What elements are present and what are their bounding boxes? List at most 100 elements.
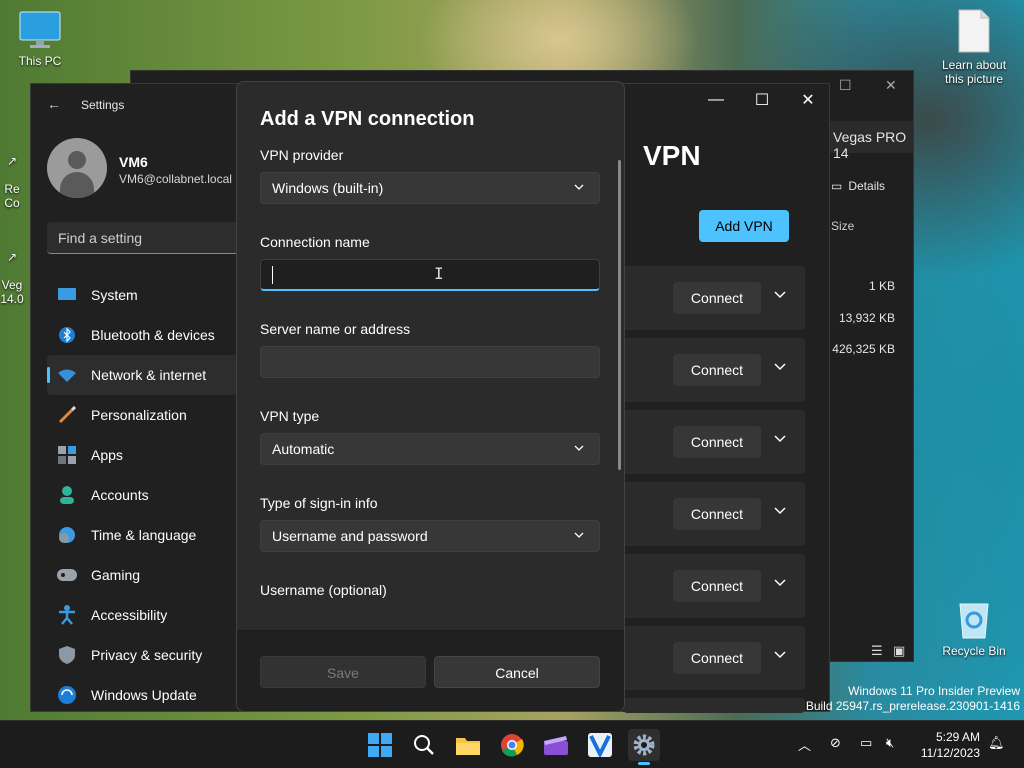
- bluetooth-icon: [57, 325, 77, 345]
- connect-button[interactable]: Connect: [673, 498, 761, 530]
- vpn-connection-row[interactable]: [623, 698, 805, 713]
- explorer-tab[interactable]: Vegas PRO 14: [829, 121, 913, 161]
- sidebar-item-accessibility[interactable]: Accessibility: [47, 595, 237, 635]
- connect-button[interactable]: Connect: [673, 354, 761, 386]
- sidebar-item-personalization[interactable]: Personalization: [47, 395, 237, 435]
- accounts-icon: [57, 485, 77, 505]
- search-button[interactable]: [408, 729, 440, 761]
- connect-button[interactable]: Connect: [673, 570, 761, 602]
- close-icon: ✕: [801, 92, 815, 109]
- connect-button[interactable]: Connect: [673, 282, 761, 314]
- system-icon: [57, 285, 77, 305]
- add-vpn-dialog: Add a VPN connection VPN provider Window…: [236, 81, 625, 712]
- sidebar-item-privacy[interactable]: Privacy & security: [47, 635, 237, 675]
- connection-name-input[interactable]: I: [260, 259, 600, 291]
- volume-muted-icon[interactable]: 🔇︎: [886, 735, 894, 751]
- search-input[interactable]: Find a setting: [47, 222, 247, 254]
- gear-icon: [633, 734, 655, 756]
- page-title: VPN: [643, 140, 701, 171]
- sidebar-item-time-language[interactable]: Time & language: [47, 515, 237, 555]
- avatar[interactable]: [47, 138, 107, 198]
- desktop-label-this-pc: This PC: [18, 54, 62, 68]
- sidebar-item-accounts[interactable]: Accounts: [47, 475, 237, 515]
- sidebar-item-label: Apps: [91, 447, 123, 463]
- chevron-down-icon[interactable]: [773, 360, 787, 374]
- vpn-connection-row[interactable]: Connect: [623, 626, 805, 690]
- vpn-connection-row[interactable]: Connect: [623, 266, 805, 330]
- file-explorer-button[interactable]: [452, 729, 484, 761]
- bell-icon[interactable]: 🔔︎: [988, 735, 1005, 751]
- apps-icon: [57, 445, 77, 465]
- sidebar-item-gaming[interactable]: Gaming: [47, 555, 237, 595]
- size-cell: 426,325 KB: [832, 342, 895, 356]
- tiles-view-icon[interactable]: ▣: [893, 643, 905, 659]
- settings-app-button[interactable]: [628, 729, 660, 765]
- signin-type-label: Type of sign-in info: [260, 495, 378, 511]
- chevron-up-icon[interactable]: ︿: [798, 735, 811, 754]
- restore-icon-explorer[interactable]: ☐: [839, 77, 852, 94]
- vpn-provider-value: Windows (built-in): [272, 180, 384, 196]
- desktop-label-learn: Learn about this picture: [941, 58, 1007, 86]
- cancel-button[interactable]: Cancel: [434, 656, 600, 688]
- minimize-button[interactable]: —: [693, 84, 739, 116]
- chevron-down-icon[interactable]: [773, 648, 787, 662]
- sidebar-item-network[interactable]: Network & internet: [47, 355, 237, 395]
- vpn-connection-row[interactable]: Connect: [623, 338, 805, 402]
- clock-date: 11/12/2023: [920, 746, 980, 760]
- size-column-header[interactable]: Size: [831, 219, 854, 233]
- chevron-down-icon[interactable]: [773, 432, 787, 446]
- connect-button[interactable]: Connect: [673, 426, 761, 458]
- server-name-input[interactable]: [260, 346, 600, 378]
- chevron-down-icon: [574, 532, 584, 538]
- document-icon: [958, 9, 990, 53]
- display-icon[interactable]: ▭: [860, 735, 872, 751]
- search-icon: [414, 735, 434, 755]
- close-button[interactable]: ✕: [785, 84, 831, 116]
- vpn-connection-row[interactable]: Connect: [623, 410, 805, 474]
- sidebar-item-system[interactable]: System: [47, 275, 237, 315]
- wifi-icon: [57, 365, 77, 385]
- chevron-down-icon[interactable]: [773, 504, 787, 518]
- details-view-icon[interactable]: ☰: [871, 643, 883, 659]
- username-label: Username (optional): [260, 582, 387, 598]
- desktop-icon-recycle-bin[interactable]: Recycle Bin: [936, 598, 1012, 658]
- vegas-logo-icon: [588, 733, 612, 757]
- taskbar-clock[interactable]: 5:29 AM 11/12/2023: [921, 729, 980, 761]
- close-icon-explorer[interactable]: ✕: [885, 77, 897, 94]
- back-arrow-icon[interactable]: ←: [47, 96, 61, 112]
- recycle-bin-icon: [959, 603, 989, 639]
- desktop-label-recycle-bin: Recycle Bin: [942, 644, 1006, 658]
- maximize-button[interactable]: ☐: [739, 84, 785, 116]
- connect-button[interactable]: Connect: [673, 642, 761, 674]
- details-button[interactable]: ▭ Details: [831, 179, 885, 193]
- add-vpn-button[interactable]: Add VPN: [699, 210, 789, 242]
- desktop-icon-this-pc[interactable]: This PC: [2, 10, 78, 68]
- build-watermark: Windows 11 Pro Insider Preview Build 259…: [806, 684, 1020, 714]
- chrome-button[interactable]: [496, 729, 528, 761]
- sidebar-item-windows-update[interactable]: Windows Update: [47, 675, 237, 715]
- explorer-tab-label: Vegas PRO 14: [833, 129, 907, 161]
- monitor-icon: [19, 11, 61, 48]
- desktop-icon-learn[interactable]: Learn about this picture: [936, 8, 1012, 86]
- clapperboard-app-button[interactable]: [540, 729, 572, 761]
- save-button[interactable]: Save: [260, 656, 426, 688]
- vpn-provider-select[interactable]: Windows (built-in): [260, 172, 600, 204]
- sidebar-item-label: Accessibility: [91, 607, 168, 623]
- chevron-down-icon[interactable]: [773, 576, 787, 590]
- dialog-scrollbar[interactable]: [618, 160, 621, 470]
- signin-type-select[interactable]: Username and password: [260, 520, 600, 552]
- vpn-connection-row[interactable]: Connect: [623, 554, 805, 618]
- sidebar-item-apps[interactable]: Apps: [47, 435, 237, 475]
- vpn-type-select[interactable]: Automatic: [260, 433, 600, 465]
- sidebar-item-bluetooth[interactable]: Bluetooth & devices: [47, 315, 237, 355]
- vegas-app-button[interactable]: [584, 729, 616, 761]
- desktop-label-partial-1: Re Co: [4, 182, 20, 210]
- start-button[interactable]: [364, 729, 396, 761]
- network-disconnected-icon[interactable]: ⊘: [830, 735, 841, 751]
- chevron-down-icon: [574, 445, 584, 451]
- chevron-down-icon[interactable]: [773, 288, 787, 302]
- gamepad-icon: [57, 565, 77, 585]
- sidebar-item-label: Personalization: [91, 407, 187, 423]
- vpn-connection-row[interactable]: Connect: [623, 482, 805, 546]
- brush-icon: [57, 405, 77, 425]
